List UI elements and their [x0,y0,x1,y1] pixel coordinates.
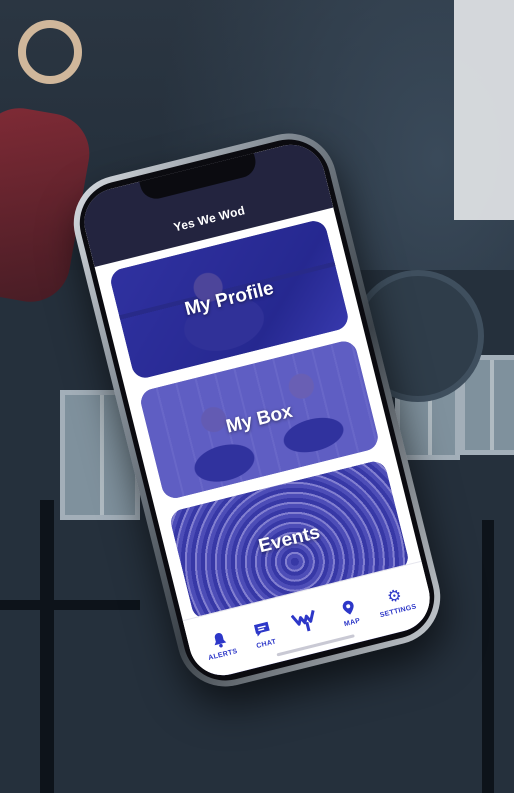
tab-map[interactable]: MAP [337,596,361,628]
app-title: Yes We Wod [172,203,247,235]
map-pin-icon [337,596,359,618]
background-rig-bar [0,600,140,610]
bell-icon [208,629,230,651]
tab-alerts[interactable]: ALERTS [203,627,238,662]
background-gym-ring [18,20,82,84]
app-logo-icon [289,606,324,637]
tab-home[interactable] [289,606,325,639]
background-white-wall [454,0,514,220]
tab-settings[interactable]: ⚙ SETTINGS [374,583,418,619]
tab-chat[interactable]: CHAT [251,617,277,650]
chat-icon [252,618,274,640]
gear-icon: ⚙ [385,586,404,607]
background-rig-post [40,500,54,793]
tab-label: CHAT [255,637,277,650]
background-rig-post [482,520,494,793]
tab-label: MAP [343,616,361,628]
tab-label: SETTINGS [379,602,418,619]
